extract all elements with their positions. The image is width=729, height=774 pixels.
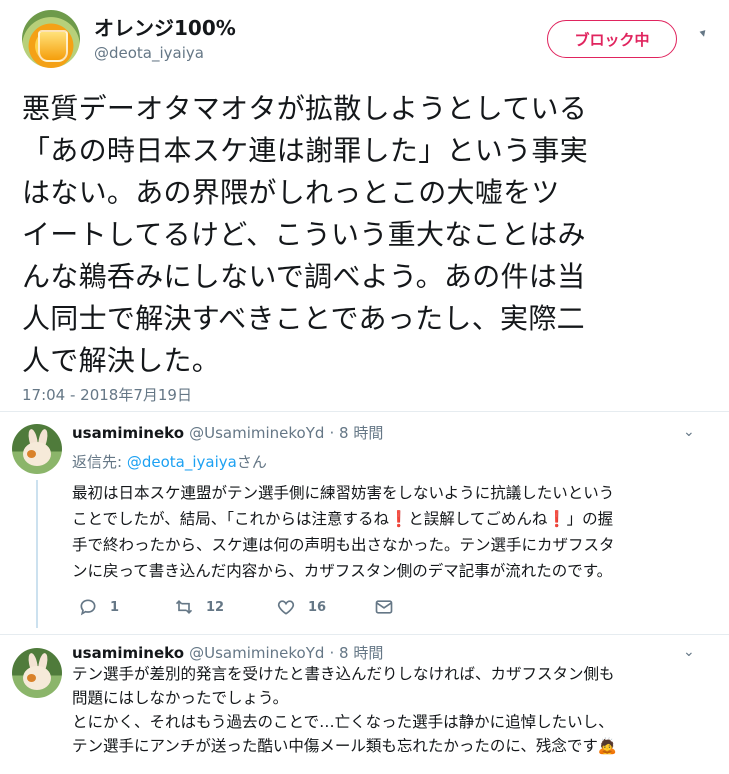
divider bbox=[0, 634, 729, 635]
timestamp[interactable]: 17:04 - 2018年7月19日 bbox=[22, 384, 192, 405]
reply-display-name[interactable]: usamimineko bbox=[72, 424, 184, 442]
reply-time[interactable]: · 8 時間 bbox=[330, 644, 384, 662]
blocked-button[interactable]: ブロック中 bbox=[547, 20, 677, 58]
display-name[interactable]: オレンジ100% bbox=[94, 12, 236, 41]
reply-to-mention[interactable]: @deota_iyaiya bbox=[127, 453, 237, 471]
chevron-down-icon[interactable]: ▾ bbox=[698, 25, 707, 40]
reply-avatar[interactable] bbox=[12, 424, 62, 474]
bowing-emoji: 🙇 bbox=[597, 737, 618, 755]
direct-message-button[interactable] bbox=[374, 597, 406, 617]
username[interactable]: @deota_iyaiya bbox=[94, 44, 204, 62]
retweet-icon bbox=[175, 599, 193, 615]
chevron-down-icon[interactable]: ⌄ bbox=[683, 424, 695, 440]
retweet-count: 12 bbox=[206, 599, 225, 615]
tweet-text: 悪質デーオタマオタが拡散しようとしている 「あの時日本スケ連は謝罪した」という事… bbox=[22, 92, 589, 377]
exclamation-emoji: ❗ bbox=[388, 510, 409, 528]
reply-avatar[interactable] bbox=[12, 648, 62, 698]
like-button[interactable]: 16 bbox=[276, 597, 326, 617]
like-icon bbox=[277, 600, 295, 615]
reply-username[interactable]: @UsamiminekoYd bbox=[189, 644, 324, 662]
reply-to-line: 返信先: @deota_iyaiyaさん bbox=[72, 451, 267, 472]
reply-text-part: テン選手が差別的発言を受けたと書き込んだりしなければ、カザフスタン側も 問題には… bbox=[72, 665, 615, 755]
reply-header: usamimineko @UsamiminekoYd · 8 時間 bbox=[72, 422, 383, 443]
thread-line bbox=[36, 480, 38, 628]
reply-username[interactable]: @UsamiminekoYd bbox=[189, 424, 324, 442]
retweet-button[interactable]: 12 bbox=[174, 597, 224, 617]
reply-icon bbox=[80, 599, 96, 616]
chevron-down-icon[interactable]: ⌄ bbox=[683, 644, 695, 660]
like-count: 16 bbox=[308, 599, 327, 615]
message-icon bbox=[375, 600, 393, 614]
reply-text: テン選手が差別的発言を受けたと書き込んだりしなければ、カザフスタン側も 問題には… bbox=[72, 662, 698, 758]
reply-time[interactable]: · 8 時間 bbox=[330, 424, 384, 442]
reply-count: 1 bbox=[110, 599, 120, 615]
avatar[interactable] bbox=[22, 10, 80, 68]
reply-to-prefix: 返信先: bbox=[72, 453, 127, 471]
reply-to-suffix: さん bbox=[236, 453, 267, 471]
reply-button[interactable]: 1 bbox=[78, 597, 119, 617]
exclamation-emoji: ❗ bbox=[547, 510, 567, 528]
reply-text: 最初は日本スケ連盟がテン選手側に練習妨害をしないように抗議したいという ことでし… bbox=[72, 480, 698, 584]
reply-text-part: と誤解してごめんね bbox=[408, 510, 548, 528]
reply-header: usamimineko @UsamiminekoYd · 8 時間 bbox=[72, 642, 383, 663]
reply-display-name[interactable]: usamimineko bbox=[72, 644, 184, 662]
divider bbox=[0, 411, 729, 412]
